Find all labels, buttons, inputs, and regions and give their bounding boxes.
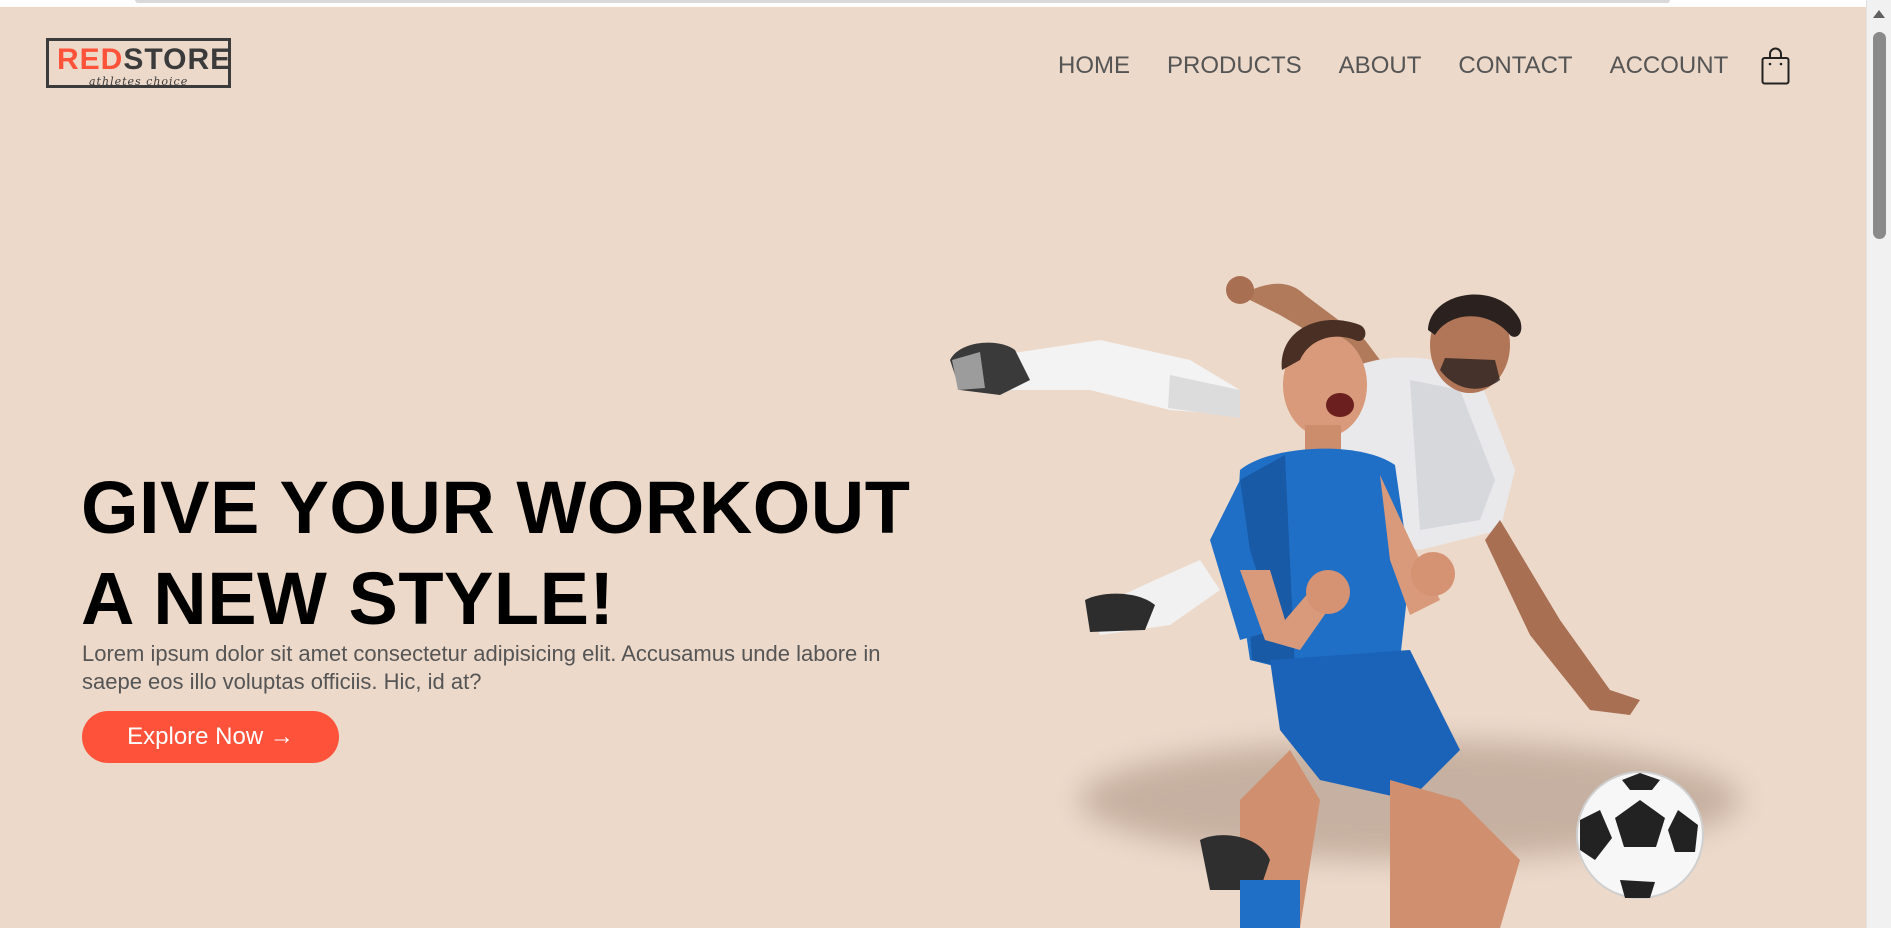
logo-tagline: athletes choice xyxy=(89,75,189,88)
page: REDSTORE athletes choice HOME PRODUCTS A… xyxy=(0,7,1866,928)
main-nav: HOME PRODUCTS ABOUT CONTACT ACCOUNT xyxy=(1058,52,1728,80)
soccer-players-image xyxy=(950,276,1740,928)
hero-description: Lorem ipsum dolor sit amet consectetur a… xyxy=(82,641,881,694)
tab-strip-edge xyxy=(135,0,1670,3)
logo-red-text: RED xyxy=(57,43,124,76)
logo-store-text: STORE xyxy=(123,43,232,76)
scrollbar-thumb[interactable] xyxy=(1873,32,1886,239)
explore-now-button[interactable]: Explore Now → xyxy=(82,711,339,763)
hero-title: GIVE YOUR WORKOUT A NEW STYLE! xyxy=(81,462,910,644)
hero-title-line1: GIVE YOUR WORKOUT xyxy=(81,466,911,549)
nav-contact[interactable]: CONTACT xyxy=(1458,52,1572,80)
logo-wordmark: REDSTORE xyxy=(57,43,231,77)
hero-title-line2: A NEW STYLE! xyxy=(81,557,615,640)
vertical-scrollbar[interactable] xyxy=(1866,0,1891,928)
nav-about[interactable]: ABOUT xyxy=(1339,52,1422,80)
shopping-bag-icon[interactable] xyxy=(1761,47,1790,85)
nav-home[interactable]: HOME xyxy=(1058,52,1130,80)
browser-top-strip xyxy=(0,0,1866,7)
scroll-up-arrow-icon[interactable] xyxy=(1873,10,1885,18)
redstore-logo[interactable]: REDSTORE athletes choice xyxy=(46,38,231,88)
nav-products[interactable]: PRODUCTS xyxy=(1167,52,1302,80)
nav-account[interactable]: ACCOUNT xyxy=(1610,52,1729,80)
